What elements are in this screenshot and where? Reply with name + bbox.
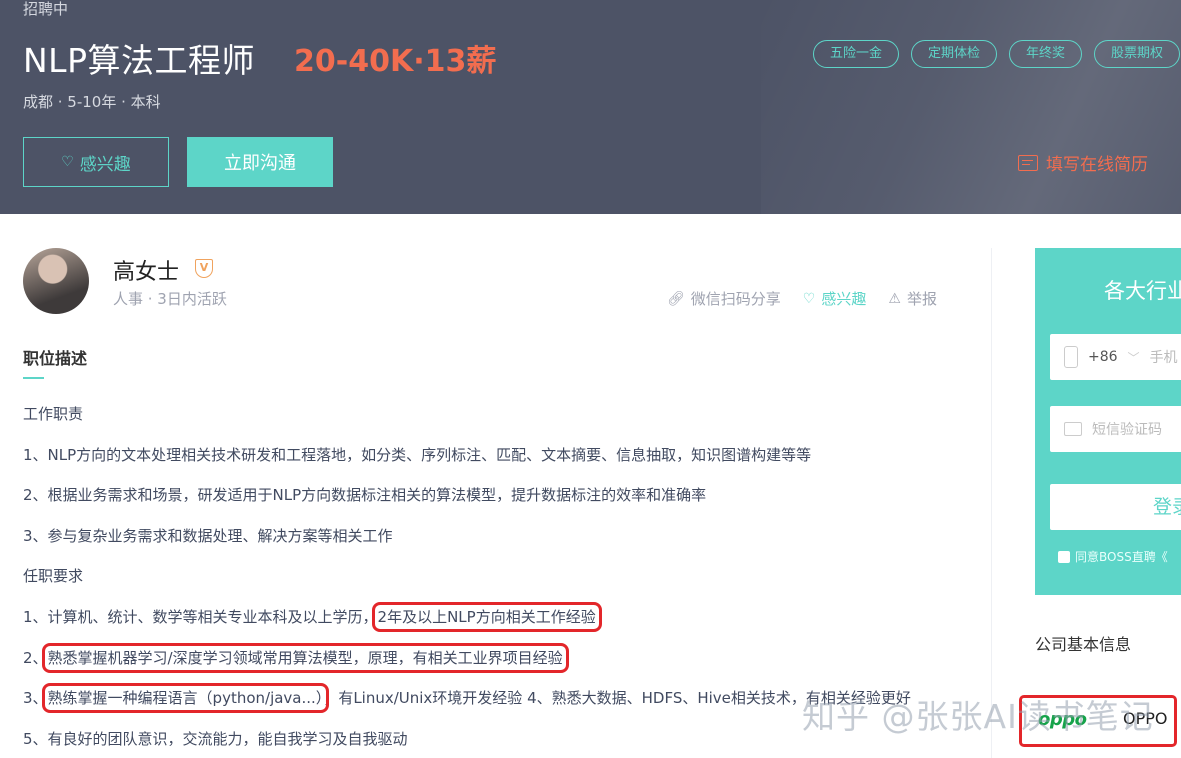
fill-resume-link[interactable]: 填写在线简历 [1018,150,1148,175]
requirement-item: 1、计算机、统计、数学等相关专业本科及以上学历，2年及以上NLP方向相关工作经验 [23,601,973,647]
resume-icon [1018,154,1038,171]
country-code[interactable]: +86 [1088,349,1118,365]
column-divider [991,248,992,758]
agreement: 同意BOSS直聘《 [1058,548,1168,565]
sms-placeholder: 短信验证码 [1092,422,1162,438]
section-title: 职位描述 [23,349,88,368]
recruiter-meta: 人事 · 3日内活跃 [113,290,227,308]
requirement-item: 2、熟悉掌握机器学习/深度学习领域常用算法模型，原理，有相关工业界项目经验 [23,642,973,688]
chevron-down-icon[interactable]: ﹀ [1128,349,1140,366]
requirement-text: 2、 [23,648,48,667]
header-decoration [761,0,1181,214]
duty-item: 2、根据业务需求和场景，研发适用于NLP方向数据标注相关的算法模型，提升数据标注… [23,486,707,505]
link-icon: 🔗︎ [667,290,685,307]
share-label: 微信扫码分享 [690,290,781,308]
job-description: 工作职责 1、NLP方向的文本处理相关技术研发和工程落地，如分类、序列标注、匹配… [23,403,973,758]
benefit-tags: 五险一金 定期体检 年终奖 股票期权 [813,40,1181,68]
heart-icon: ♡ [61,154,74,170]
company-name: OPPO [1123,709,1168,728]
verified-icon: V [195,259,213,278]
interest-button-label: 感兴趣 [79,154,131,175]
login-panel: 各大行业 +86 ﹀ 手机 短信验证码 登录 同意BOSS直聘《 [1035,248,1181,595]
interest-button[interactable]: ♡ 感兴趣 [23,137,169,187]
benefit-tag: 股票期权 [1094,40,1181,68]
login-panel-title: 各大行业 [1104,279,1181,303]
message-icon [1064,422,1082,436]
fill-resume-label: 填写在线简历 [1046,155,1148,175]
login-button[interactable]: 登录 [1050,484,1181,530]
benefit-tag: 年终奖 [1009,40,1083,68]
requirement-text: ，有Linux/Unix环境开发经验 4、熟悉大数据、HDFS、Hive相关技术… [323,689,911,708]
interest-action-button[interactable]: ♡ 感兴趣 [803,288,867,309]
wechat-share-button[interactable]: 🔗︎ 微信扫码分享 [667,288,781,309]
phone-input[interactable]: +86 ﹀ 手机 [1050,334,1181,380]
warning-icon: ⚠︎ [888,290,901,307]
report-button[interactable]: ⚠︎ 举报 [888,288,937,309]
section-underline [23,377,44,379]
requirement-text: 3、 [23,689,48,708]
benefit-tag: 定期体检 [911,40,998,68]
chat-now-button[interactable]: 立即沟通 [187,137,333,187]
agreement-checkbox[interactable] [1058,550,1070,563]
highlighted-requirement: 熟悉掌握机器学习/深度学习领域常用算法模型，原理，有相关工业界项目经验 [41,642,569,673]
job-header: 招聘中 NLP算法工程师 20-40K·13薪 成都 · 5-10年 · 本科 … [0,0,1181,214]
company-info-heading: 公司基本信息 [1035,635,1132,654]
benefit-tag: 五险一金 [813,40,900,68]
company-logo: oppo [1038,709,1087,730]
phone-icon [1064,346,1078,368]
company-card[interactable]: oppo OPPO [1019,695,1177,747]
requirement-item: 5、有良好的团队意识，交流能力，能自我学习及自我驱动 [23,729,408,748]
highlighted-requirement: 熟练掌握一种编程语言（python/java...） [41,683,330,714]
duty-item: 3、参与复杂业务需求和数据处理、解决方案等相关工作 [23,526,393,545]
recruiter-name: 高女士 [113,260,180,285]
heart-icon: ♡ [802,290,816,307]
agreement-text: 同意BOSS直聘《 [1075,550,1168,564]
salary: 20-40K·13薪 [294,44,497,79]
job-actions: 🔗︎ 微信扫码分享 ♡ 感兴趣 ⚠︎ 举报 [667,288,937,309]
sms-code-input[interactable]: 短信验证码 [1050,406,1181,452]
job-meta: 成都 · 5-10年 · 本科 [23,93,161,111]
requirement-text: 1、计算机、统计、数学等相关专业本科及以上学历， [23,607,378,626]
recruiter-avatar[interactable] [23,248,89,314]
duty-item: 1、NLP方向的文本处理相关技术研发和工程落地，如分类、序列标注、匹配、文本摘要… [23,445,812,464]
duty-heading: 工作职责 [23,405,84,423]
highlighted-requirement: 2年及以上NLP方向相关工作经验 [371,601,602,632]
report-label: 举报 [906,290,937,308]
requirement-item: 3、熟练掌握一种编程语言（python/java...），有Linux/Unix… [23,683,973,728]
phone-placeholder: 手机 [1149,350,1178,366]
job-title: NLP算法工程师 [23,41,255,80]
interest-action-label: 感兴趣 [821,290,867,308]
requirement-heading: 任职要求 [23,567,84,586]
job-status: 招聘中 [23,0,69,18]
